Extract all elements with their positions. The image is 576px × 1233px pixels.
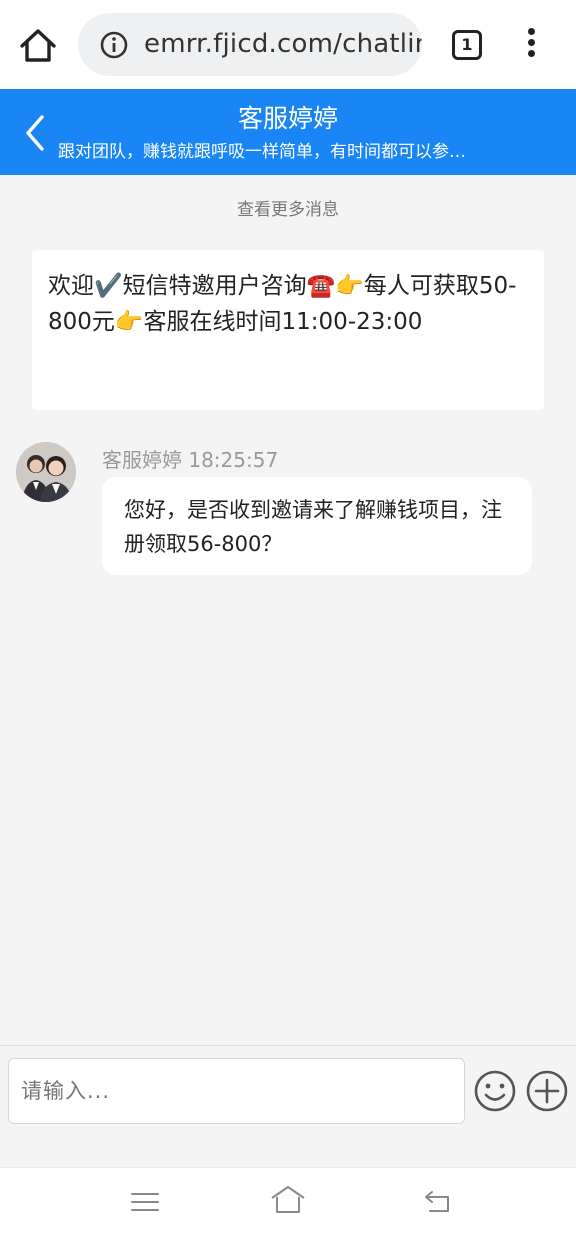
message-bubble: 您好，是否收到邀请来了解赚钱项目，注册领取56-800？ <box>102 477 532 575</box>
back-return-icon[interactable] <box>420 1186 456 1216</box>
sender-meta: 客服婷婷 18:25:57 <box>102 444 278 473</box>
load-more-messages[interactable]: 查看更多消息 <box>0 195 576 220</box>
menu-lines-icon[interactable] <box>128 1188 162 1216</box>
chat-subtitle: 跟对团队，赚钱就跟呼吸一样简单，有时间都可以参… <box>58 142 466 162</box>
home-outline-icon[interactable] <box>268 1184 308 1216</box>
tab-switcher-button[interactable]: 1 <box>452 30 482 60</box>
avatar[interactable] <box>16 442 76 502</box>
composer-bar <box>0 1045 576 1167</box>
system-nav-bar <box>0 1167 576 1233</box>
kebab-menu-icon[interactable] <box>521 28 541 62</box>
address-bar[interactable]: emrr.fjicd.com/chatlir <box>78 13 422 76</box>
chat-title: 客服婷婷 <box>237 104 338 133</box>
smiley-icon[interactable] <box>473 1069 517 1113</box>
welcome-notice: 欢迎✔️短信特邀用户咨询☎️👉每人可获取50-800元👉客服在线时间11:00-… <box>32 250 544 410</box>
browser-toolbar: emrr.fjicd.com/chatlir 1 <box>0 0 576 89</box>
plus-circle-icon[interactable] <box>525 1069 569 1113</box>
home-icon[interactable] <box>18 26 58 66</box>
url-text[interactable]: emrr.fjicd.com/chatlir <box>144 29 422 59</box>
chat-header: 客服婷婷 跟对团队，赚钱就跟呼吸一样简单，有时间都可以参… <box>0 89 576 175</box>
message-time: 18:25:57 <box>188 448 279 472</box>
sender-name: 客服婷婷 <box>102 448 182 472</box>
message-input[interactable] <box>8 1058 465 1124</box>
info-icon[interactable] <box>100 31 128 59</box>
